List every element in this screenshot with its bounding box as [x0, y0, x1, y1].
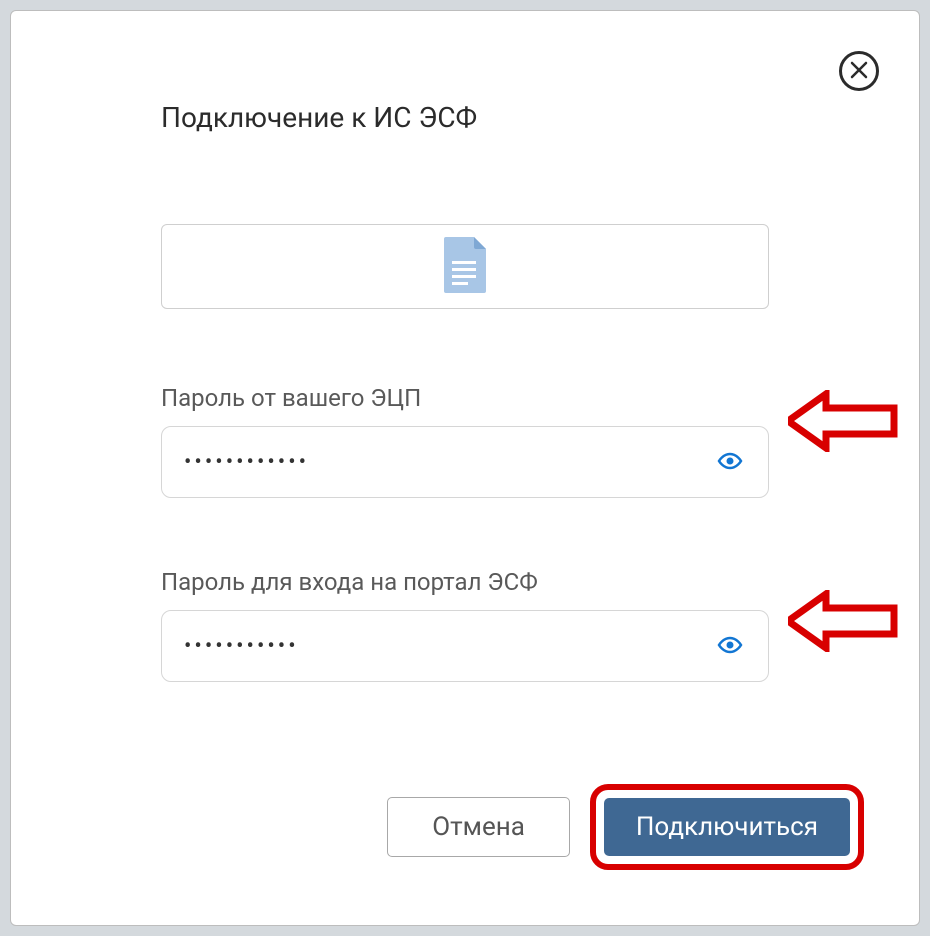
connect-button-highlight: Подключиться: [590, 784, 864, 870]
connect-dialog: Подключение к ИС ЭСФ Пароль от вашего ЭЦ…: [10, 10, 920, 926]
dialog-title: Подключение к ИС ЭСФ: [161, 101, 769, 134]
ecp-password-input[interactable]: [184, 450, 714, 475]
portal-password-input-wrap: [161, 610, 769, 682]
ecp-show-password-button[interactable]: [714, 450, 746, 474]
eye-icon: [717, 636, 743, 657]
file-upload-zone[interactable]: [161, 224, 769, 309]
close-button[interactable]: [839, 51, 879, 91]
close-icon: [850, 61, 868, 82]
ecp-password-label: Пароль от вашего ЭЦП: [161, 384, 769, 412]
portal-password-group: Пароль для входа на портал ЭСФ: [161, 568, 769, 682]
ecp-password-input-wrap: [161, 426, 769, 498]
annotation-arrow-2: [788, 590, 898, 652]
portal-password-input[interactable]: [184, 634, 714, 659]
eye-icon: [717, 452, 743, 473]
ecp-password-group: Пароль от вашего ЭЦП: [161, 384, 769, 498]
portal-show-password-button[interactable]: [714, 634, 746, 658]
button-row: Отмена Подключиться: [387, 784, 864, 870]
file-icon: [440, 235, 490, 299]
annotation-arrow-1: [788, 390, 898, 452]
cancel-button[interactable]: Отмена: [387, 797, 570, 857]
connect-button[interactable]: Подключиться: [604, 798, 850, 856]
portal-password-label: Пароль для входа на портал ЭСФ: [161, 568, 769, 596]
